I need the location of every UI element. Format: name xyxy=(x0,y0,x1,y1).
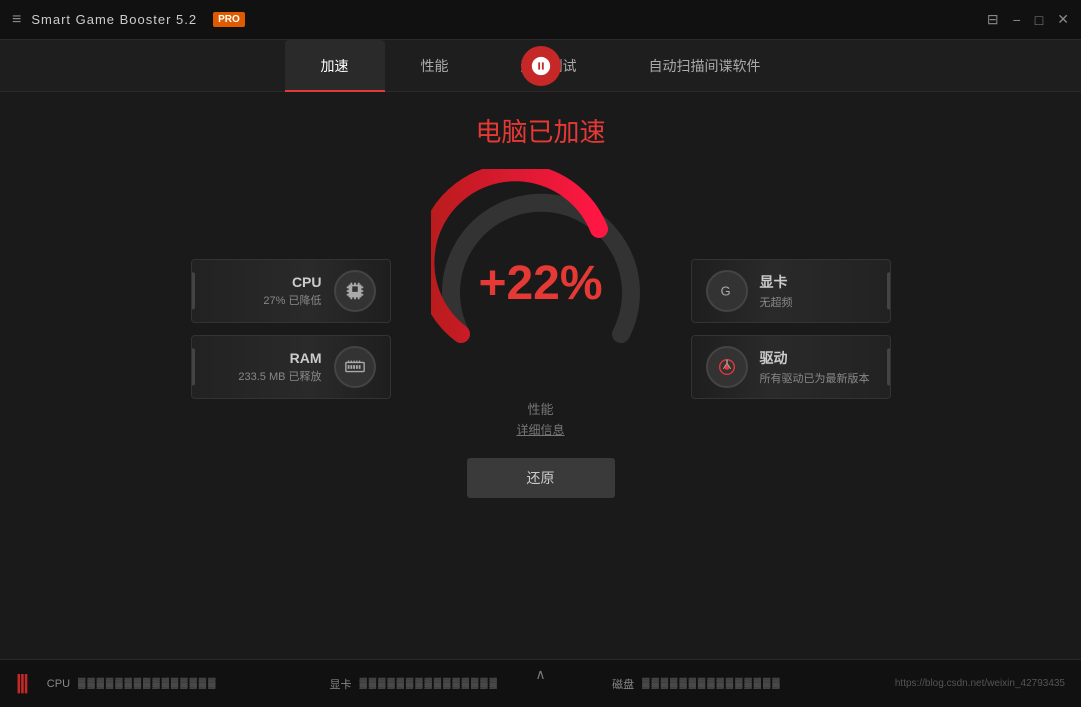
maximize-button[interactable]: □ xyxy=(1035,12,1043,28)
cpu-panel: CPU 27% 已降低 xyxy=(191,259,391,323)
screenshot-button[interactable]: ⊟ xyxy=(987,11,999,28)
bottom-cpu-bar: ▓▓▓▓▓▓▓▓▓▓▓▓▓▓▓ xyxy=(78,678,329,689)
main-content: 电脑已加速 CPU 27% 已降低 RAM 233.5 MB xyxy=(0,92,1081,659)
gpu-icon-circle: G xyxy=(706,270,748,312)
title-bar-left: ≡ Smart Game Booster 5.2 PRO xyxy=(12,11,245,29)
minimize-button[interactable]: − xyxy=(1013,12,1021,28)
gauge-container: +22% xyxy=(431,169,651,389)
bottom-gpu-bar: ▓▓▓▓▓▓▓▓▓▓▓▓▓▓▓ xyxy=(359,678,612,689)
nav-bar: 加速 性能 运行测试 自动扫描间谍软件 xyxy=(0,40,1081,92)
tab-saomiao[interactable]: 自动扫描间谍软件 xyxy=(613,40,797,92)
tab-jiashu[interactable]: 加速 xyxy=(285,40,385,92)
driver-label: 驱动 xyxy=(760,348,876,368)
speed-icon xyxy=(530,55,552,77)
bottom-disk-label: 磁盘 xyxy=(612,676,634,692)
window-controls: ⊟ − □ ✕ xyxy=(987,11,1069,28)
perf-label: 性能 xyxy=(516,399,564,418)
bottom-watermark: https://blog.csdn.net/weixin_42793435 xyxy=(895,678,1065,689)
bottom-cpu-label: CPU xyxy=(47,678,70,690)
ram-chip-icon xyxy=(344,356,366,378)
driver-text: 驱动 所有驱动已为最新版本 xyxy=(760,348,876,386)
gauge-section: +22% 性能 详细信息 还原 xyxy=(431,169,651,498)
menu-icon[interactable]: ≡ xyxy=(12,11,21,29)
driver-icon-circle xyxy=(706,346,748,388)
bottom-chevron[interactable]: ∧ xyxy=(535,666,545,684)
ram-panel: RAM 233.5 MB 已释放 xyxy=(191,335,391,399)
restore-button[interactable]: 还原 xyxy=(467,458,615,498)
bottom-gpu-label: 显卡 xyxy=(329,676,351,692)
close-button[interactable]: ✕ xyxy=(1057,11,1069,28)
driver-panel: 驱动 所有驱动已为最新版本 xyxy=(691,335,891,399)
nav-center-icon xyxy=(521,46,561,86)
title-bar: ≡ Smart Game Booster 5.2 PRO ⊟ − □ ✕ xyxy=(0,0,1081,40)
svg-text:G: G xyxy=(720,283,730,298)
bottom-disk: 磁盘 ▓▓▓▓▓▓▓▓▓▓▓▓▓▓▓ xyxy=(612,676,895,692)
gpu-label: 显卡 xyxy=(760,272,876,292)
bottom-bar: ||| CPU ▓▓▓▓▓▓▓▓▓▓▓▓▓▓▓ 显卡 ▓▓▓▓▓▓▓▓▓▓▓▓▓… xyxy=(0,659,1081,707)
center-area: CPU 27% 已降低 RAM 233.5 MB 已释放 xyxy=(0,169,1081,498)
ram-panel-text: RAM 233.5 MB 已释放 xyxy=(206,350,322,384)
bottom-gpu: 显卡 ▓▓▓▓▓▓▓▓▓▓▓▓▓▓▓ xyxy=(329,676,612,692)
gauge-value: +22% xyxy=(478,260,602,308)
gpu-sub: 无超频 xyxy=(760,294,876,310)
cpu-panel-text: CPU 27% 已降低 xyxy=(206,274,322,308)
gpu-panel: G 显卡 无超频 xyxy=(691,259,891,323)
bottom-cpu: CPU ▓▓▓▓▓▓▓▓▓▓▓▓▓▓▓ xyxy=(47,678,330,690)
gpu-text: 显卡 无超频 xyxy=(760,272,876,310)
gauge-below: 性能 详细信息 xyxy=(516,399,564,438)
cpu-icon-circle xyxy=(334,270,376,312)
app-title: Smart Game Booster 5.2 xyxy=(31,12,197,27)
driver-sub: 所有驱动已为最新版本 xyxy=(760,370,876,386)
ram-sub: 233.5 MB 已释放 xyxy=(206,368,322,384)
pro-badge: PRO xyxy=(213,12,245,27)
cpu-chip-icon xyxy=(344,280,366,302)
driver-icon xyxy=(716,356,738,378)
left-panels: CPU 27% 已降低 RAM 233.5 MB 已释放 xyxy=(191,259,391,399)
cpu-sub: 27% 已降低 xyxy=(206,292,322,308)
gauge-center-text: +22% xyxy=(478,260,602,308)
cpu-label: CPU xyxy=(206,274,322,290)
status-title: 电脑已加速 xyxy=(475,112,605,149)
detail-link[interactable]: 详细信息 xyxy=(516,421,564,438)
bottom-logo: ||| xyxy=(16,672,27,695)
right-panels: G 显卡 无超频 驱 xyxy=(691,259,891,399)
ram-icon-circle xyxy=(334,346,376,388)
tab-xingneng[interactable]: 性能 xyxy=(385,40,485,92)
bottom-disk-bar: ▓▓▓▓▓▓▓▓▓▓▓▓▓▓▓ xyxy=(642,678,895,689)
ram-label: RAM xyxy=(206,350,322,366)
gpu-icon: G xyxy=(716,280,738,302)
